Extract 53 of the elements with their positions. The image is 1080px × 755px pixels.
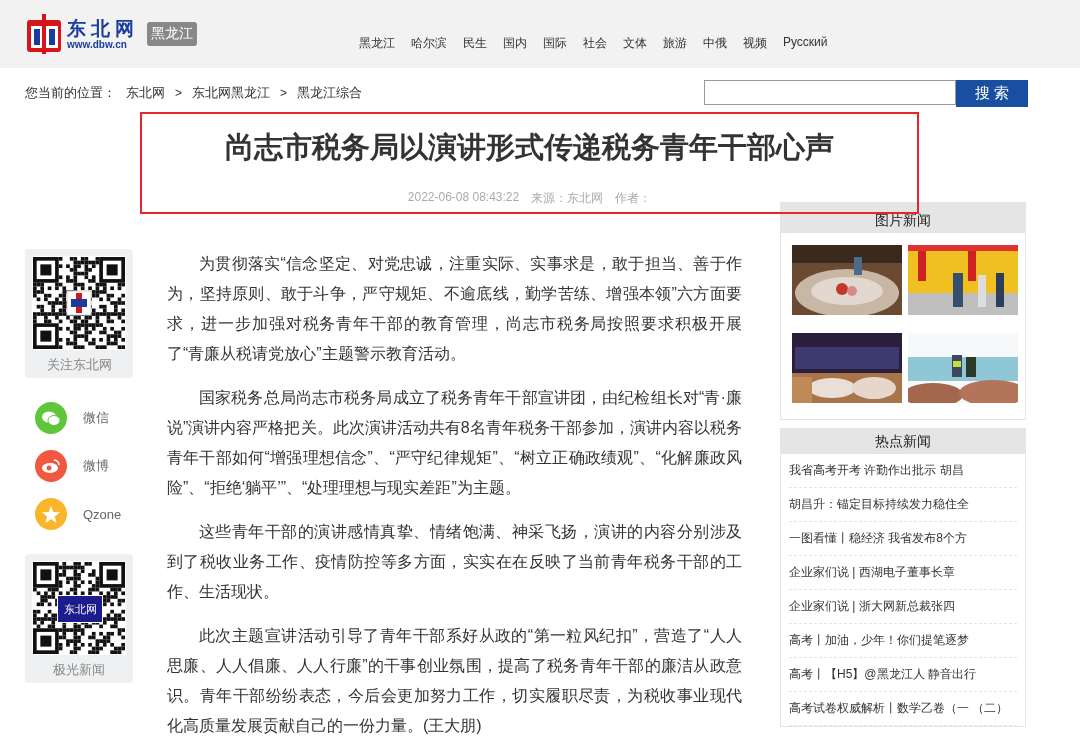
star-icon [42,505,60,523]
news-link[interactable]: 高考试卷权威解析丨数学乙卷（一 （二） [789,692,1017,726]
article-paragraph: 国家税务总局尚志市税务局成立了税务青年干部宣讲团，由纪检组长对“青·廉说”演讲内容严格把关。此次演讲活动共有8名青年税务干部参加，演讲内容以税务青年干部如何“增强理想信念”、“严守纪律规矩”、“树立正确政绩观”、“化解廉政风险”、“拒绝‘躺平’”、“处理理想与现实差距”为主题。 [167,388,742,498]
nav-link[interactable]: Русский [783,34,828,52]
share-button[interactable] [35,450,67,482]
share-button[interactable] [35,498,67,530]
nav-link[interactable]: 文体 [623,34,647,52]
logo-url: www.dbw.cn [67,39,128,50]
nav-link[interactable]: 社会 [583,34,607,52]
panel-heading: 图片新闻 [781,203,1025,233]
share-label[interactable]: 微博 [83,457,109,475]
news-link[interactable]: 一图看懂丨稳经济 我省发布8个方 [789,522,1017,556]
share-button[interactable] [35,402,67,434]
nav-link[interactable]: 民生 [463,34,487,52]
search-field[interactable] [704,79,956,105]
nav-link[interactable]: 旅游 [663,34,687,52]
news-link[interactable]: 企业家们说 | 西湖电子董事长章 [789,556,1017,590]
breadcrumb-link[interactable]: 黑龙江综合 [297,84,363,102]
search-button[interactable]: 搜 索 [956,79,1028,107]
news-link[interactable]: 胡昌升：锚定目标持续发力稳住全 [789,488,1017,522]
news-link[interactable]: 高考丨加油，少年！你们提笔逐梦 [789,624,1017,658]
panel-heading: 热点新闻 [781,429,1025,454]
share-label[interactable]: Qzone [83,506,122,522]
region-badge: 黑龙江 [147,22,197,46]
article-title: 尚志市税务局以演讲形式传递税务青年干部心声 [225,130,834,165]
qr-logo-badge: 东北网 [57,595,103,623]
news-link[interactable]: 企业家们说 | 浙大网新总裁张四 [789,590,1017,624]
breadcrumb-link[interactable]: 东北网 [126,84,165,102]
breadcrumb-link[interactable]: 东北网黑龙江 [192,84,270,102]
news-link[interactable]: 我省高考开考 许勤作出批示 胡昌 [789,454,1017,488]
nav-link[interactable]: 国际 [543,34,567,52]
share-label[interactable]: 微信 [83,409,109,427]
article-paragraph: 这些青年干部的演讲感情真挚、情绪饱满、神采飞扬，演讲的内容分别涉及到了税收业务工作、疫情防控等多方面，实实在在反映了当前青年税务干部的工作、生活现状。 [167,522,742,602]
nav-link[interactable]: 黑龙江 [359,34,395,52]
eye-icon [42,459,60,473]
nav-link[interactable]: 哈尔滨 [411,34,447,52]
nav-link[interactable]: 中俄 [703,34,727,52]
qr-caption: 关注东北网 [46,356,112,374]
article-author: 作者： [615,190,652,207]
article-paragraph: 为贯彻落实“信念坚定、对党忠诚，注重实际、实事求是，敢于担当、善于作为，坚持原则、敢于斗争，严守规矩、不逾底线，勤学苦练、增强本领”六方面要求，进一步加强对税务青年干部的教育管理，尚志市税务局按照要求积极开展了“青廉从税请党放心”主题警示教育活动。 [167,254,742,364]
logo-icon [25,14,63,54]
article-paragraph: 此次主题宣讲活动引导了青年干部系好从政的“第一粒风纪扣”，营造了“人人思廉、人人倡廉、人人行廉”的干事创业氛围，提高了税务青年干部的廉洁从政意识。青年干部纷纷表态，今后会更加努力工作，切实履职尽责，为税收事业现代化高质量发展贡献自己的一份力量。(王大朋) [167,626,742,736]
nav-link[interactable]: 视频 [743,34,767,52]
nav-link[interactable]: 国内 [503,34,527,52]
article-source: 来源：东北网 [531,190,604,207]
publish-date: 2022-06-08 08:43:22 [407,190,520,206]
chat-bubbles-icon [42,410,60,426]
qr-caption: 极光新闻 [53,661,105,679]
breadcrumb-label: 您当前的位置： [25,84,116,102]
logo-name: 东北网 [67,18,139,38]
breadcrumb-separator: > [280,86,288,100]
breadcrumb-separator: > [175,86,182,100]
news-link[interactable]: 高考丨【H5】@黑龙江人 静音出行 [789,658,1017,692]
